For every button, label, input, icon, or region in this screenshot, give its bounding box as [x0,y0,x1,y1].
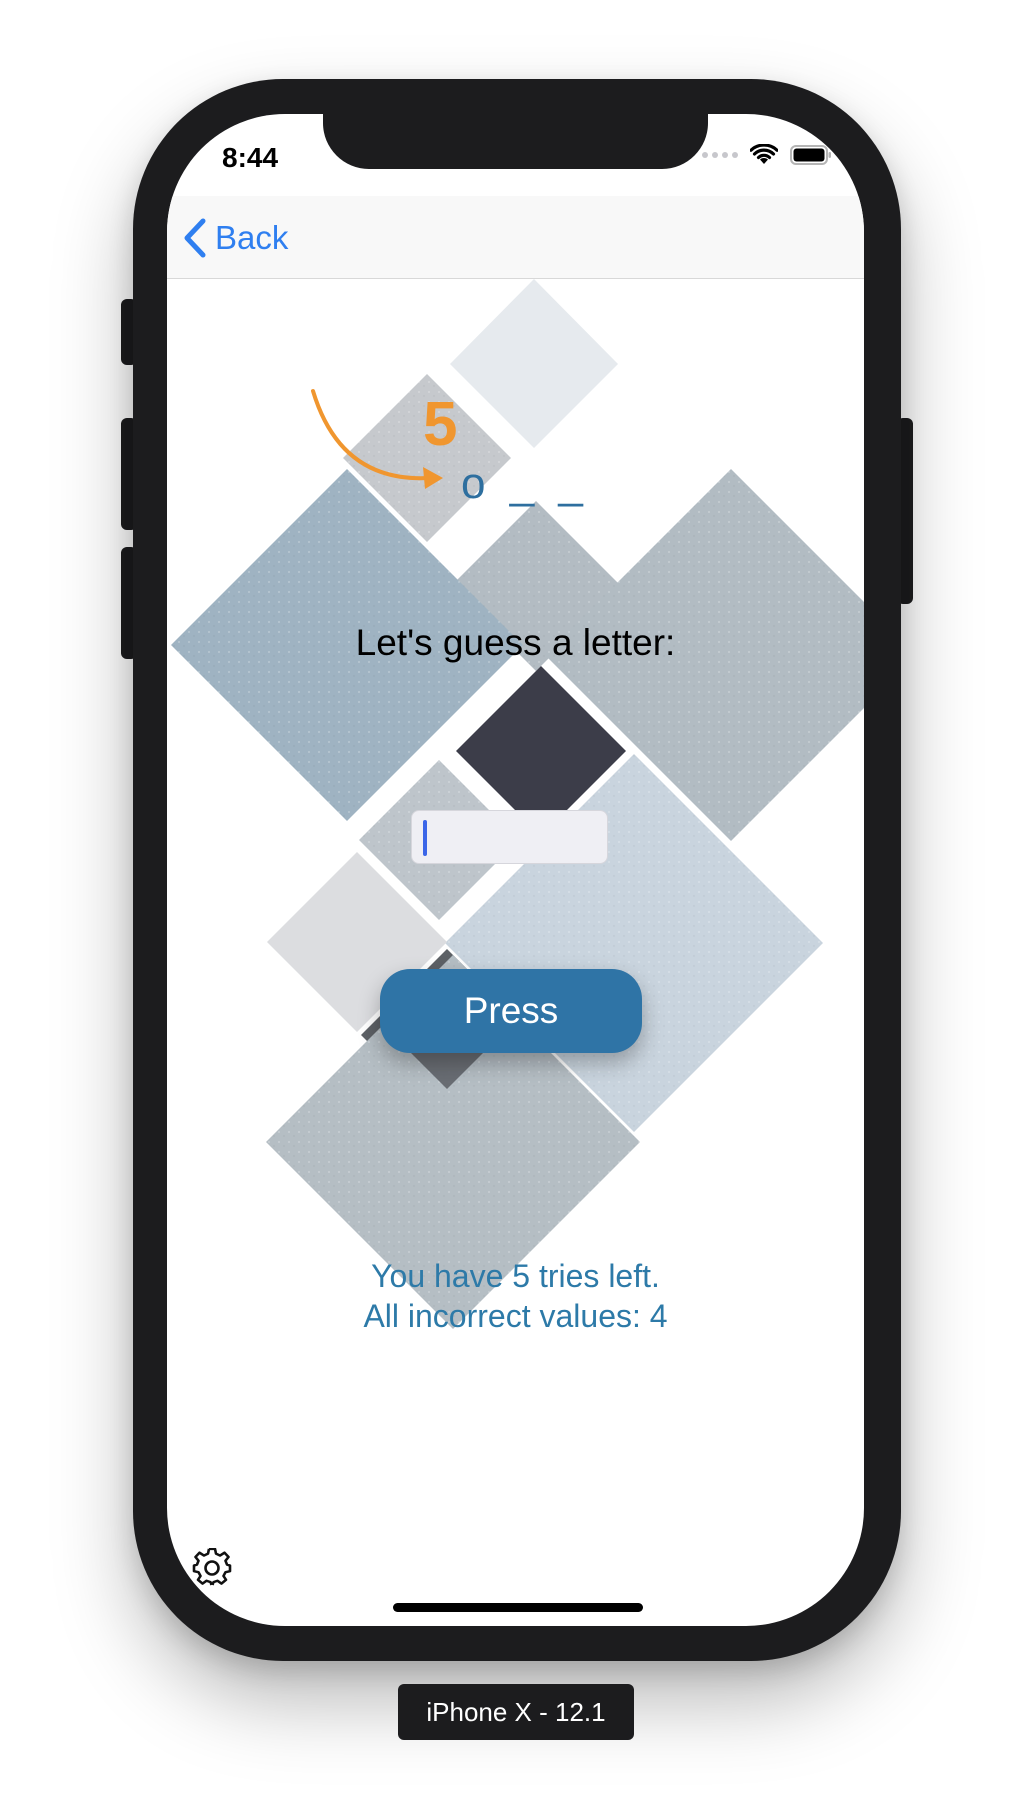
signal-icon [702,152,738,158]
home-indicator [393,1603,643,1612]
game-status: You have 5 tries left. All incorrect val… [167,1256,864,1336]
back-label: Back [215,219,289,256]
chevron-left-icon [184,218,206,258]
guess-prompt: Let's guess a letter: [355,622,676,663]
back-button[interactable]: Back [183,218,288,258]
tries-left-text: You have 5 tries left. [371,1258,660,1294]
device-label: iPhone X - 12.1 [398,1684,634,1740]
word-progress: o _ _ [461,459,589,508]
status-icons [702,144,832,166]
notch [323,114,708,169]
press-button[interactable]: Press [380,969,642,1053]
gear-icon[interactable] [192,1548,232,1588]
text-cursor [423,820,427,856]
navigation-bar: Back [167,196,864,279]
wifi-icon [750,144,778,164]
phone-screen: 8:44 Back 5 o _ _ Let's guess a letter: … [167,114,864,1626]
game-view: 5 o _ _ Let's guess a letter: Press You … [167,279,864,1626]
incorrect-values-text: All incorrect values: 4 [363,1298,668,1334]
status-time: 8:44 [222,142,279,173]
hint-number: 5 [423,390,458,459]
letter-input[interactable] [411,810,608,864]
battery-icon [790,145,831,165]
